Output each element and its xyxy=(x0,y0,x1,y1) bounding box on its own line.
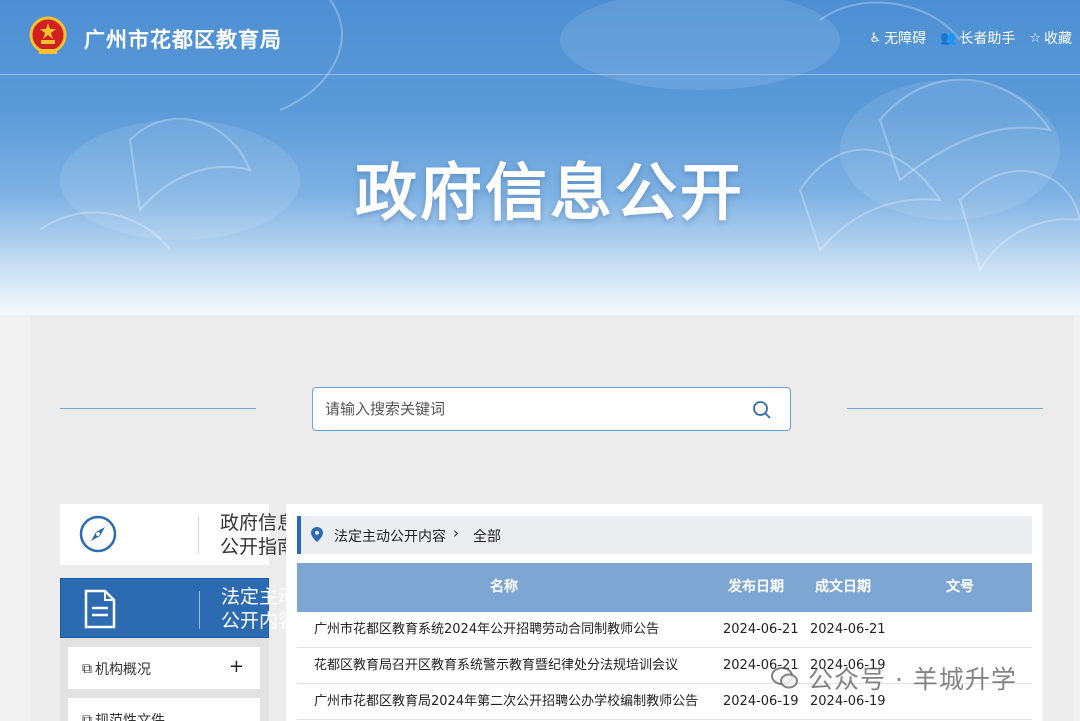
table-header: 名称 发布日期 成文日期 文号 xyxy=(297,563,1032,612)
sidebar-guide[interactable]: 政府信息公开指南 xyxy=(60,504,296,565)
separator xyxy=(199,591,200,629)
sidebar-item-org-overview[interactable]: ⧉ 机构概况 + xyxy=(68,647,260,689)
hero-title: 政府信息公开 xyxy=(354,156,745,229)
national-emblem-icon xyxy=(29,16,67,54)
column-written: 成文日期 xyxy=(815,579,871,595)
watermark: 公众号 · 羊城升学 xyxy=(770,660,1017,696)
copy-icon: ⧉ xyxy=(82,712,92,721)
search-box xyxy=(312,387,791,431)
wheelchair-icon: ♿ xyxy=(869,30,882,46)
elder-assistant-label: 长者助手 xyxy=(959,31,1016,47)
document-icon xyxy=(84,589,116,629)
top-bar: 广州市花都区教育局 ♿ 无障碍 👥 长者助手 ☆ 收藏 xyxy=(0,0,1080,75)
banner: 广州市花都区教育局 ♿ 无障碍 👥 长者助手 ☆ 收藏 政府信息公开 xyxy=(0,0,1080,315)
row-title-link[interactable]: 广州市花都区教育系统2024年公开招聘劳动合同制教师公告 xyxy=(314,612,659,648)
column-doc-number: 文号 xyxy=(946,579,974,595)
elder-assistant-link[interactable]: 👥 长者助手 xyxy=(940,28,1015,48)
favorite-label: 收藏 xyxy=(1044,31,1072,47)
breadcrumb-level2: 全部 xyxy=(473,529,501,545)
divider-left xyxy=(60,408,256,409)
chevron-right-icon: › xyxy=(453,524,459,542)
column-name: 名称 xyxy=(490,579,518,595)
search-icon[interactable] xyxy=(752,400,772,420)
sidebar-active-item[interactable]: 法定主动公开内容 xyxy=(60,578,297,638)
site-title[interactable]: 广州市花都区教育局 xyxy=(84,24,282,54)
favorite-link[interactable]: ☆ 收藏 xyxy=(1029,28,1072,48)
compass-icon xyxy=(79,515,117,553)
row-title-link[interactable]: 花都区教育局召开区教育系统警示教育暨纪律处分法规培训会议 xyxy=(314,648,678,684)
row-title-link[interactable]: 广州市花都区教育局2024年第二次公开招聘公办学校编制教师公告 xyxy=(314,684,698,720)
divider-right xyxy=(847,408,1043,409)
location-pin-icon xyxy=(311,527,323,542)
wechat-icon xyxy=(771,667,798,689)
accessibility-link[interactable]: ♿ 无障碍 xyxy=(870,28,927,48)
search-input[interactable] xyxy=(325,396,745,422)
sidebar-item-normative-docs[interactable]: ⧉ 规范性文件 xyxy=(68,698,260,721)
separator xyxy=(198,516,199,554)
table-row[interactable]: 广州市花都区教育系统2024年公开招聘劳动合同制教师公告 2024-06-21 … xyxy=(297,612,1032,648)
breadcrumb-level1[interactable]: 法定主动公开内容 xyxy=(334,526,446,546)
copy-icon: ⧉ xyxy=(82,661,92,677)
sidebar-item-label: 规范性文件 xyxy=(95,713,165,721)
top-links: ♿ 无障碍 👥 长者助手 ☆ 收藏 xyxy=(870,28,1073,48)
expand-icon[interactable]: + xyxy=(229,656,244,677)
watermark-text: 公众号 · 羊城升学 xyxy=(808,665,1017,694)
row-written-date: 2024-06-21 xyxy=(810,622,886,637)
column-published: 发布日期 xyxy=(728,579,784,595)
elder-icon: 👥 xyxy=(940,30,957,46)
accessibility-label: 无障碍 xyxy=(884,31,927,47)
row-published-date: 2024-06-21 xyxy=(723,622,799,637)
breadcrumb: 法定主动公开内容 › 全部 xyxy=(297,516,1032,554)
star-icon: ☆ xyxy=(1029,30,1041,46)
sidebar-item-label: 机构概况 xyxy=(95,662,151,678)
